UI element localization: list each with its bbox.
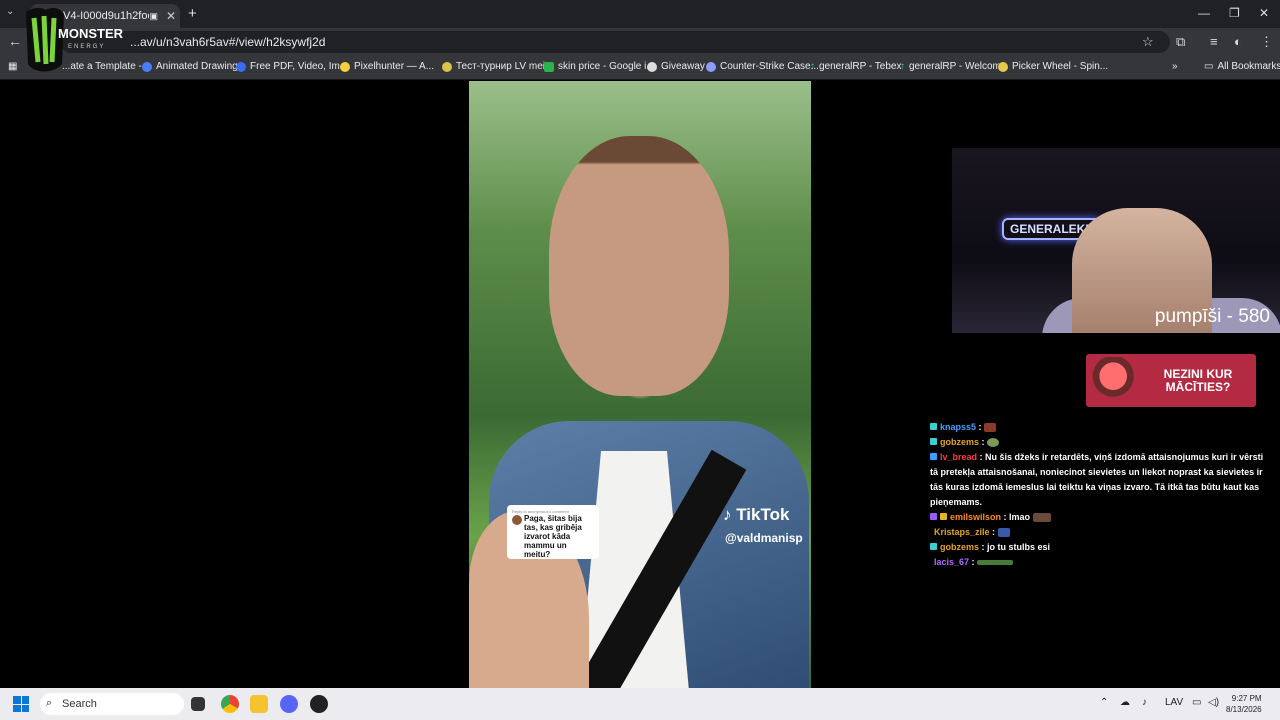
tiktok-video[interactable]: Reply to anonymous's comment Paga, šitas… xyxy=(469,81,811,688)
chat-username: lacis_67 xyxy=(934,557,970,567)
address-bar-row: ← ...av/u/n3vah6r5av#/view/h2ksywfj2d ☆ … xyxy=(0,28,1280,56)
svg-text:ENERGY: ENERGY xyxy=(68,44,105,50)
ad-text: NEZINI KUR MĀCĪTIES? xyxy=(1163,366,1233,394)
tab-close-icon[interactable]: ✕ xyxy=(162,9,180,23)
search-placeholder: Search xyxy=(62,698,97,710)
tab-list-button[interactable]: ⌄ xyxy=(6,6,14,17)
chat-message: Kristaps_zile : xyxy=(930,525,1270,540)
clock-time: 9:27 PM xyxy=(1231,694,1262,703)
emote-icon xyxy=(1032,513,1051,523)
chat-username: gobzems xyxy=(940,437,980,447)
bookmark-1[interactable]: Animated Drawings xyxy=(142,61,243,72)
apps-grid-icon[interactable]: ▦ xyxy=(8,61,17,72)
monster-energy-logo: MONSTER ENERGY xyxy=(22,4,132,76)
windows-start-icon[interactable] xyxy=(13,696,29,712)
chat-message: gobzems : jo tu stulbs esi xyxy=(930,540,1270,555)
bookmark-4[interactable]: Тест-турнир LV mei... xyxy=(442,61,553,72)
all-bookmarks-folder[interactable]: ▭ All Bookmarks xyxy=(1204,61,1280,72)
chat-message: knapss5 : xyxy=(930,420,1270,435)
bookmark-3[interactable]: Pixelhunter — A... xyxy=(340,61,434,72)
bookmark-8[interactable]: ↑ generalRP - Tebex xyxy=(810,61,901,72)
network-icon[interactable]: ▭ xyxy=(1192,697,1201,708)
tab-bar: ⌄ ...VOV4-I000d9u1h2foo6 ▣ ✕ + — ❐ ✕ xyxy=(0,0,1280,28)
task-view-icon[interactable] xyxy=(191,697,205,711)
bookmark-6[interactable]: Giveaway xyxy=(647,61,705,72)
sub-badge-icon xyxy=(930,543,937,550)
sub-badge-icon xyxy=(930,438,937,445)
stream-stage: Reply to anonymous's comment Paga, šitas… xyxy=(0,81,1280,688)
chat-text: jo tu stulbs esi xyxy=(987,542,1051,552)
reply-comment-card: Reply to anonymous's comment Paga, šitas… xyxy=(507,505,599,559)
tray-chevron-icon[interactable]: ⌃ xyxy=(1100,697,1108,708)
restore-icon[interactable]: ❐ xyxy=(1229,6,1240,20)
chrome-icon[interactable] xyxy=(221,695,239,713)
tiktok-note-icon: ♪ xyxy=(723,505,732,524)
folder-icon: ▭ xyxy=(1204,61,1214,72)
sub-badge-icon xyxy=(930,513,937,520)
profile-avatar[interactable]: ◐ xyxy=(1234,34,1242,49)
menu-icon[interactable]: ⋮ xyxy=(1260,34,1273,50)
chat-message: lv_bread : Nu šis džeks ir retardēts, vi… xyxy=(930,452,1264,507)
cast-icon[interactable]: ▣ xyxy=(149,11,158,22)
ad-banner[interactable]: NEZINI KUR MĀCĪTIES? xyxy=(1086,354,1256,407)
bookmark-7[interactable]: Counter-Strike Case... xyxy=(706,61,819,72)
bookmark-star-icon[interactable]: ☆ xyxy=(1142,34,1154,50)
volume-icon[interactable]: ◁) xyxy=(1208,697,1219,708)
webcam-counter: pumpīši - 580 xyxy=(1154,306,1270,327)
svg-text:MONSTER: MONSTER xyxy=(58,26,124,41)
extensions-icon[interactable]: ⧉ xyxy=(1176,34,1185,50)
language-indicator[interactable]: LAV xyxy=(1165,697,1183,708)
file-explorer-icon[interactable] xyxy=(250,695,268,713)
bookmark-10[interactable]: Picker Wheel - Spin... xyxy=(998,61,1108,72)
emote-icon xyxy=(984,423,997,433)
chat-text: lmao xyxy=(1009,512,1031,522)
minimize-icon[interactable]: — xyxy=(1198,6,1210,20)
chat-overlay: knapss5 : gobzems : lv_bread : Nu šis dž… xyxy=(930,420,1270,570)
taskbar: ⌕ Search ⌃ ☁ ♪ LAV ▭ ◁) 9:27 PM 8/13/202… xyxy=(0,688,1280,720)
clock-date: 8/13/2026 xyxy=(1226,705,1262,714)
bookmark-5[interactable]: skin price - Google i... xyxy=(544,61,655,72)
back-icon[interactable]: ← xyxy=(8,33,22,49)
new-tab-button[interactable]: + xyxy=(188,5,197,22)
person-head xyxy=(549,136,729,396)
chat-message: gobzems : xyxy=(930,435,1270,450)
address-input[interactable]: ...av/u/n3vah6r5av#/view/h2ksywfj2d xyxy=(60,31,1170,53)
mascot-icon xyxy=(1090,356,1148,405)
app-icon[interactable] xyxy=(310,695,328,713)
gift-badge-icon xyxy=(940,513,947,520)
tiktok-handle: @valdmanisp xyxy=(725,531,803,545)
reply-text: Paga, šitas bija tas, kas gribēja izvaro… xyxy=(512,514,594,559)
chat-text: Nu šis džeks ir retardēts, viņš izdomā a… xyxy=(930,452,1264,507)
onedrive-icon[interactable]: ☁ xyxy=(1120,697,1130,708)
chat-message: emilswilson : lmao xyxy=(930,510,1270,525)
chat-username: knapss5 xyxy=(940,422,977,432)
microphone-icon[interactable]: ♪ xyxy=(1142,697,1147,708)
chat-username: lv_bread xyxy=(940,452,978,462)
emote-icon xyxy=(987,438,1000,448)
emote-icon xyxy=(977,560,1014,566)
taskbar-search[interactable]: ⌕ Search xyxy=(40,693,184,715)
search-icon: ⌕ xyxy=(46,697,53,709)
chat-message: lacis_67 : xyxy=(930,555,1270,570)
webcam-feed: GENERALEKE pumpīši - 580 xyxy=(952,148,1280,333)
emote-icon xyxy=(997,528,1010,538)
chat-username: Kristaps_zile xyxy=(934,527,990,537)
discord-icon[interactable] xyxy=(280,695,298,713)
bookmarks-bar: ▦ ...ate a Template -... Animated Drawin… xyxy=(0,56,1280,80)
system-clock[interactable]: 9:27 PM 8/13/2026 xyxy=(1226,693,1262,715)
chat-username: emilswilson xyxy=(950,512,1002,522)
url-text: ...av/u/n3vah6r5av#/view/h2ksywfj2d xyxy=(130,35,326,49)
tiktok-logo: ♪ TikTok xyxy=(723,505,790,524)
media-icon[interactable]: ≡ xyxy=(1210,34,1218,49)
sub-badge-icon xyxy=(930,423,937,430)
sub-badge-icon xyxy=(930,453,937,460)
close-window-icon[interactable]: ✕ xyxy=(1259,6,1269,20)
chat-username: gobzems xyxy=(940,542,980,552)
bookmark-9[interactable]: ↑ generalRP - Welcome xyxy=(900,61,1006,72)
bookmark-2[interactable]: Free PDF, Video, Im... xyxy=(236,61,348,72)
bookmarks-overflow-icon[interactable]: » xyxy=(1172,61,1178,72)
